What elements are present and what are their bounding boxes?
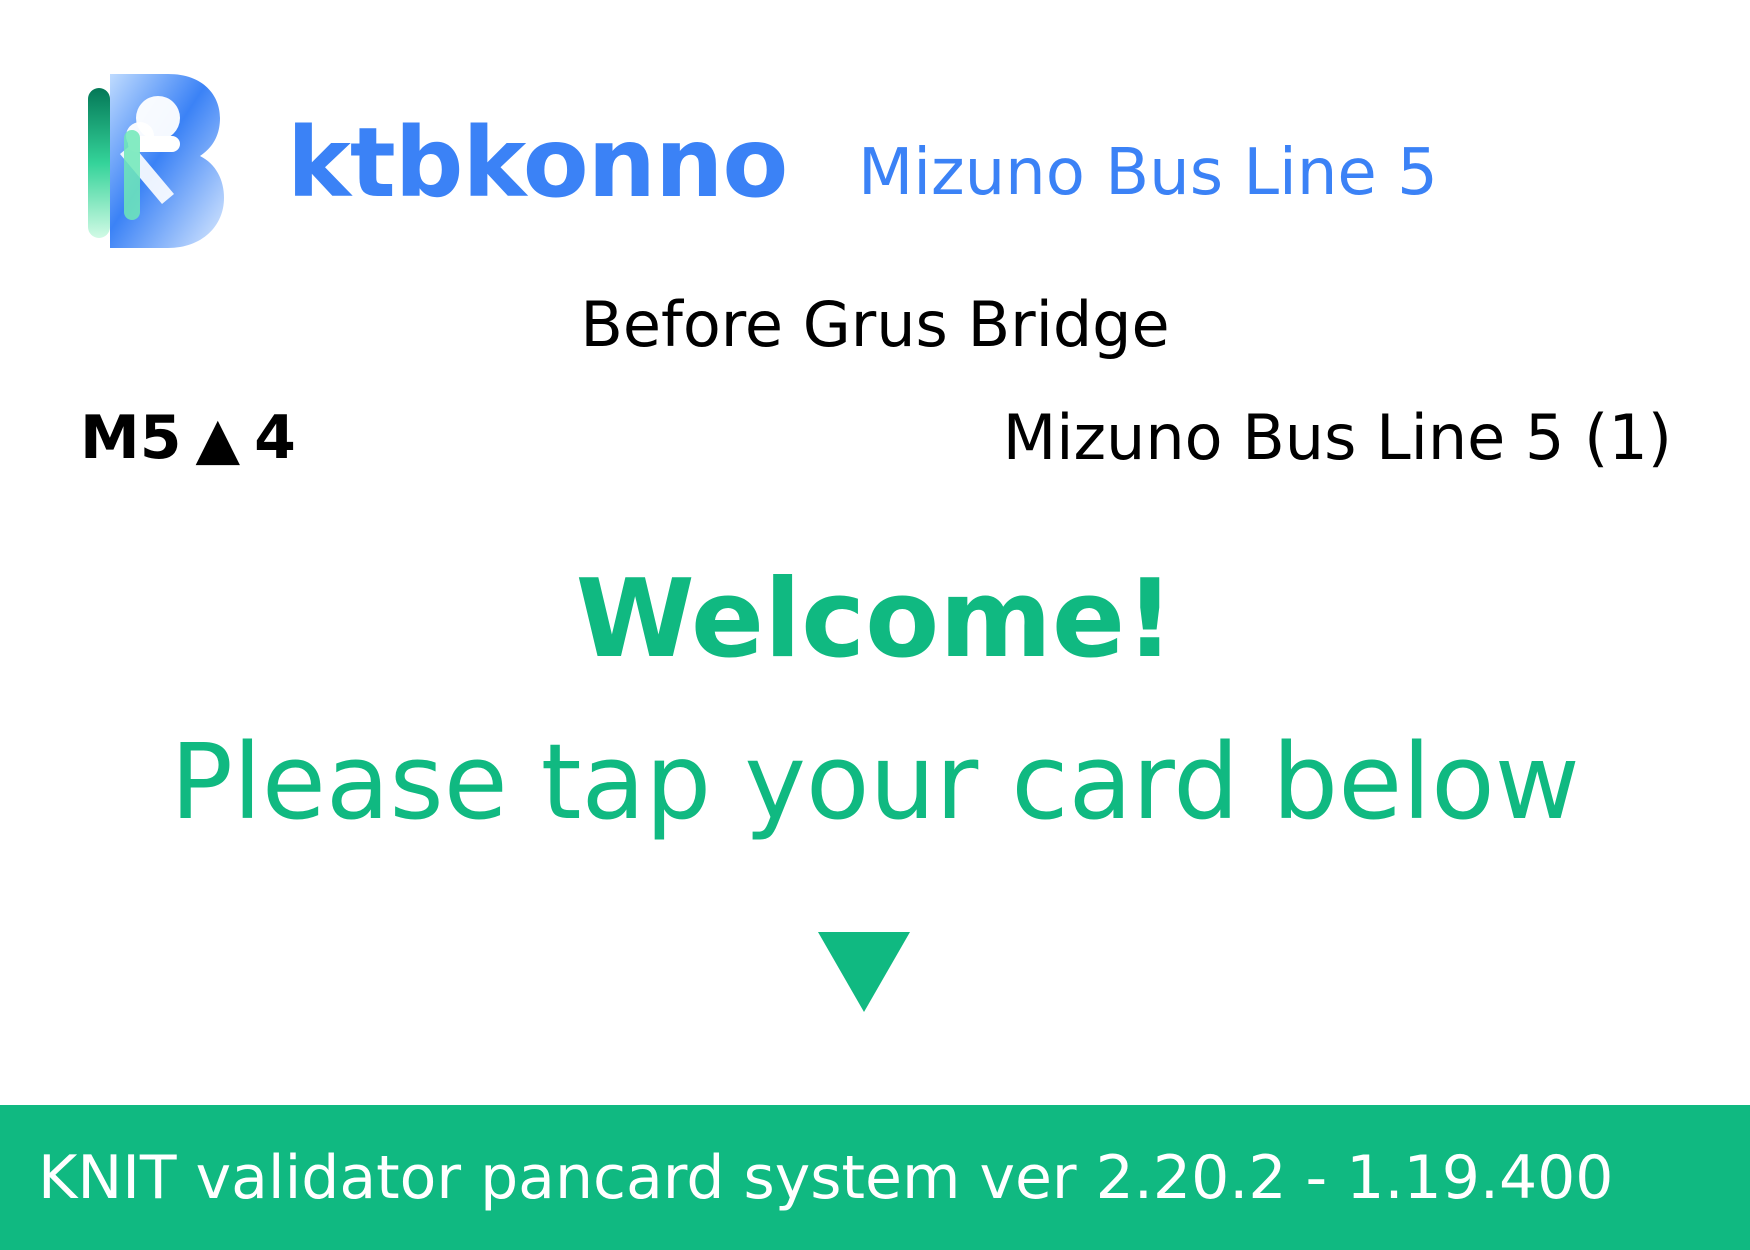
route-name: Mizuno Bus Line 5 (1) [1002,401,1672,474]
brand-name: ktbkonno [287,107,788,219]
stop-code-prefix: M5 [80,403,182,473]
stop-code-number: 4 [254,403,296,473]
up-triangle-icon: ▲ [195,404,241,472]
ktbkonno-b-logo-icon [88,74,224,248]
line-title: Mizuno Bus Line 5 [858,136,1438,210]
system-version-text: KNIT validator pancard system ver 2.20.2… [38,1143,1614,1213]
tap-card-instruction: Please tap your card below [170,721,1580,843]
stop-name: Before Grus Bridge [580,288,1170,361]
down-triangle-icon [818,932,910,1012]
welcome-message: Welcome! [575,557,1175,682]
validator-screen: ktbkonno Mizuno Bus Line 5 Before Grus B… [0,0,1750,1250]
stop-code: M5 ▲ 4 [80,400,296,476]
